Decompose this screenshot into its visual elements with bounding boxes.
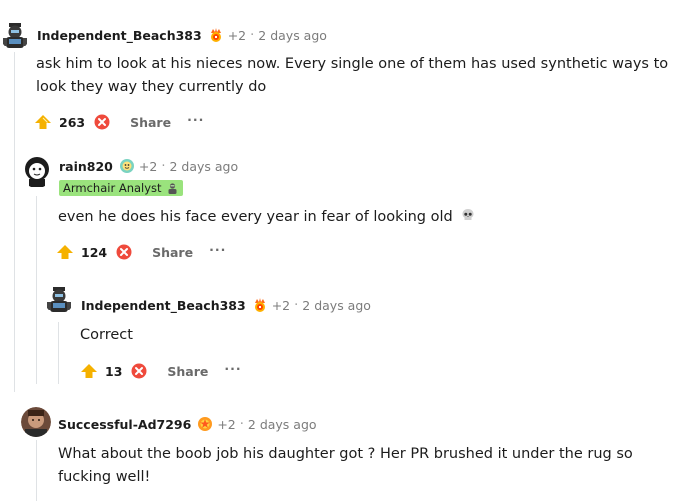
skull-icon: [461, 207, 475, 221]
separator-dot: ·: [161, 158, 166, 174]
more-options-button[interactable]: ···: [187, 112, 204, 127]
award-count: +2: [138, 158, 158, 174]
vote-count: 263: [59, 114, 86, 130]
award-icon: [252, 297, 268, 313]
user-flair-label: Armchair Analyst: [63, 181, 162, 195]
username[interactable]: Independent_Beach383: [81, 298, 246, 313]
username[interactable]: rain820: [59, 159, 113, 174]
comment-actions: 263 Share ···: [34, 112, 204, 132]
separator-dot: ·: [239, 416, 244, 432]
avatar[interactable]: [20, 154, 54, 188]
downvote-icon[interactable]: [94, 114, 110, 130]
comment-meta: Successful-Ad7296 +2 · 2 days ago: [58, 416, 317, 432]
comment-body: ask him to look at his nieces now. Every…: [36, 56, 669, 95]
thread-rail[interactable]: [58, 322, 59, 384]
thread-rail[interactable]: [14, 52, 15, 392]
username[interactable]: Independent_Beach383: [37, 28, 202, 43]
thread-rail[interactable]: [36, 196, 37, 384]
comment-meta: Independent_Beach383 +2 · 2 days ago: [81, 297, 371, 313]
award-count: +2: [217, 416, 236, 432]
upvote-icon[interactable]: [80, 363, 98, 379]
comment-body-text: even he does his face every year in fear…: [58, 209, 453, 225]
timestamp[interactable]: 2 days ago: [258, 28, 327, 43]
thread-rail[interactable]: [36, 440, 37, 501]
timestamp[interactable]: 2 days ago: [169, 159, 238, 174]
avatar[interactable]: [21, 407, 51, 437]
more-options-button[interactable]: ···: [209, 242, 226, 257]
award-count: +2: [227, 27, 247, 43]
separator-dot: ·: [294, 297, 299, 313]
username[interactable]: Successful-Ad7296: [58, 417, 191, 432]
avatar[interactable]: [0, 20, 30, 50]
upvote-icon[interactable]: [34, 114, 52, 130]
award-icon: [197, 416, 213, 432]
downvote-icon[interactable]: [131, 363, 147, 379]
more-options-button[interactable]: ···: [224, 361, 241, 376]
vote-count: 124: [81, 244, 108, 260]
share-button[interactable]: Share: [152, 245, 193, 260]
comment-actions: 124 Share ···: [56, 242, 226, 262]
share-button[interactable]: Share: [130, 115, 171, 130]
comment-thread: Independent_Beach383 +2 · 2 days ago ask…: [0, 0, 700, 501]
comment-body: even he does his face every year in fear…: [58, 206, 678, 229]
timestamp[interactable]: 2 days ago: [302, 298, 371, 313]
comment-body: What about the boob job his daughter got…: [58, 446, 633, 485]
comment-meta: rain820 +2 · 2 days ago: [59, 158, 238, 174]
user-flair: Armchair Analyst: [59, 180, 183, 196]
downvote-icon[interactable]: [116, 244, 132, 260]
separator-dot: ·: [250, 27, 255, 43]
upvote-icon[interactable]: [56, 244, 74, 260]
award-count: +2: [271, 297, 291, 313]
award-icon: [208, 27, 224, 43]
comment-meta: Independent_Beach383 +2 · 2 days ago: [37, 27, 327, 43]
award-icon: [119, 158, 135, 174]
share-button[interactable]: Share: [167, 364, 208, 379]
vote-count: 13: [105, 363, 123, 379]
comment-actions: 13 Share ···: [80, 361, 242, 381]
person-emoji-icon: [166, 182, 179, 195]
avatar[interactable]: [44, 284, 74, 314]
timestamp[interactable]: 2 days ago: [248, 417, 317, 432]
comment-body: Correct: [80, 327, 133, 343]
